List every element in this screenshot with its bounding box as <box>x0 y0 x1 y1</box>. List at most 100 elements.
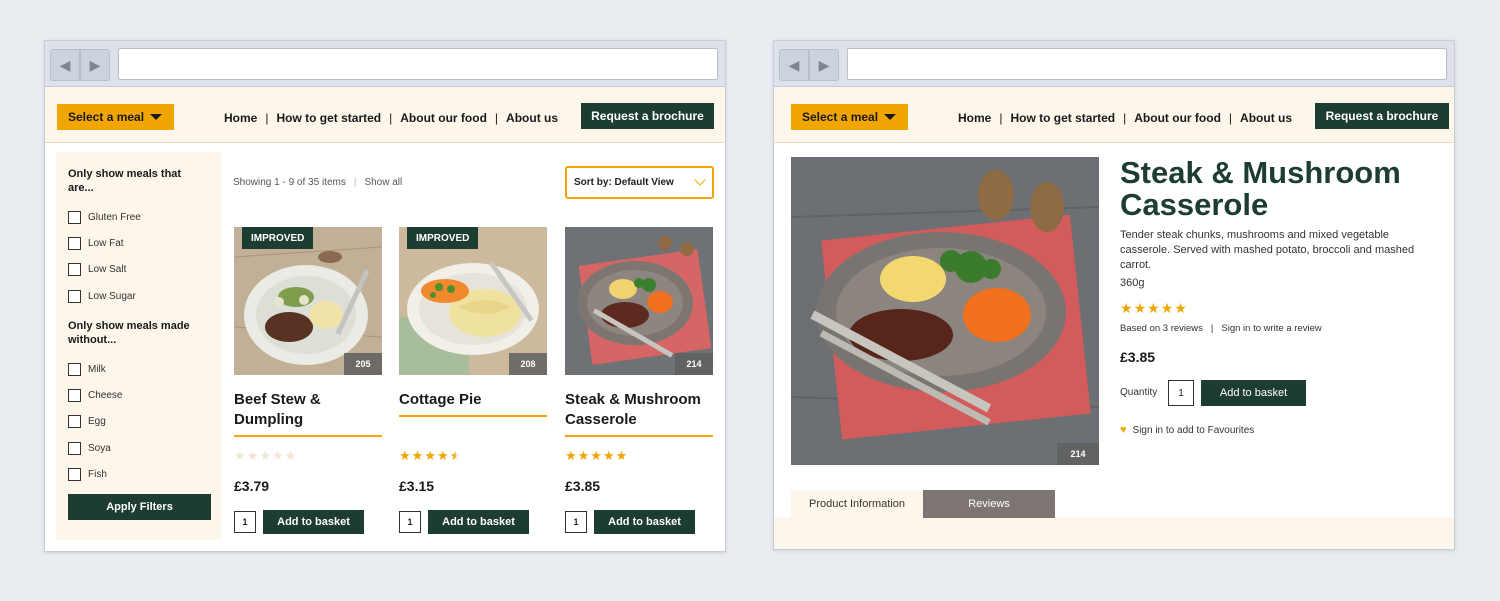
tab-reviews[interactable]: Reviews <box>923 490 1055 518</box>
filter-label: Cheese <box>88 390 123 401</box>
select-meal-dropdown[interactable]: Select a meal <box>791 104 908 130</box>
tab-product-information[interactable]: Product Information <box>791 490 923 518</box>
site-header: Select a meal Home | How to get started … <box>45 87 725 143</box>
product-image[interactable]: IMPROVED 205 <box>234 227 382 375</box>
star-icon: ★ <box>411 448 424 463</box>
quantity-input[interactable]: 1 <box>1168 380 1194 406</box>
add-to-basket-button[interactable]: Add to basket <box>428 510 529 534</box>
forward-button[interactable]: ▶ <box>809 49 839 81</box>
product-name[interactable]: Cottage Pie <box>399 390 547 410</box>
title-underline <box>234 435 382 437</box>
select-meal-label: Select a meal <box>802 110 879 124</box>
filter-option[interactable]: Gluten Free <box>68 211 141 224</box>
checkbox[interactable] <box>68 442 81 455</box>
select-meal-dropdown[interactable]: Select a meal <box>57 104 174 130</box>
write-review-link[interactable]: Sign in to write a review <box>1221 323 1321 334</box>
product-image[interactable]: 214 <box>565 227 713 375</box>
star-icon: ★ <box>449 448 462 463</box>
nav-home[interactable]: Home <box>224 111 257 125</box>
product-hero-image[interactable]: 214 <box>791 157 1099 465</box>
product-code: 214 <box>675 353 713 375</box>
nav-home[interactable]: Home <box>958 111 991 125</box>
chevron-left-icon: ◀ <box>788 56 800 73</box>
star-icon: ★ <box>1174 300 1187 316</box>
checkbox[interactable] <box>68 211 81 224</box>
nav-separator: | <box>999 111 1003 125</box>
separator: | <box>353 177 357 188</box>
caret-down-icon <box>150 114 162 120</box>
filter-option[interactable]: Low Salt <box>68 263 126 276</box>
heart-icon: ♥ <box>1120 424 1127 436</box>
quantity-input[interactable]: 1 <box>565 511 587 533</box>
sort-dropdown[interactable]: Sort by: Default View <box>565 166 714 199</box>
star-icon: ★ <box>615 448 628 463</box>
add-to-basket-button[interactable]: Add to basket <box>1201 380 1306 406</box>
product-image[interactable]: IMPROVED 208 <box>399 227 547 375</box>
star-icon: ★ <box>234 448 246 463</box>
star-icon: ★ <box>399 448 411 463</box>
add-to-basket-button[interactable]: Add to basket <box>263 510 364 534</box>
chevron-left-icon: ◀ <box>59 56 71 73</box>
checkbox[interactable] <box>68 237 81 250</box>
sort-label: Sort by: Default View <box>574 177 674 188</box>
browser-window-detail: ◀ ▶ Select a meal Home | How to get star… <box>773 40 1455 550</box>
product-name[interactable]: Steak & Mushroom Casserole <box>565 390 713 430</box>
checkbox[interactable] <box>68 290 81 303</box>
nav-about-our-food[interactable]: About our food <box>400 111 487 125</box>
product-code: 214 <box>1057 443 1099 465</box>
checkbox[interactable] <box>68 415 81 428</box>
product-code: 208 <box>509 353 547 375</box>
filter-option[interactable]: Soya <box>68 442 111 455</box>
filter-label: Fish <box>88 469 107 480</box>
product-price: £3.85 <box>565 478 601 494</box>
filter-label: Low Sugar <box>88 291 136 302</box>
filter-option[interactable]: Egg <box>68 415 106 428</box>
product-price: £3.79 <box>234 478 270 494</box>
filter-option[interactable]: Low Fat <box>68 237 124 250</box>
product-title: Steak & Mushroom Casserole <box>1120 155 1401 222</box>
quantity-input[interactable]: 1 <box>234 511 256 533</box>
nav-about-us[interactable]: About us <box>506 111 558 125</box>
review-count[interactable]: Based on 3 reviews <box>1120 323 1203 334</box>
filter-option[interactable]: Fish <box>68 468 107 481</box>
main-nav: Home | How to get started | About our fo… <box>958 111 1292 125</box>
request-brochure-button[interactable]: Request a brochure <box>1315 103 1449 129</box>
address-bar[interactable] <box>118 48 718 80</box>
back-button[interactable]: ◀ <box>50 49 80 81</box>
review-info: Based on 3 reviews | Sign in to write a … <box>1120 323 1322 334</box>
nav-about-our-food[interactable]: About our food <box>1134 111 1221 125</box>
apply-filters-button[interactable]: Apply Filters <box>68 494 211 520</box>
checkbox[interactable] <box>68 263 81 276</box>
main-nav: Home | How to get started | About our fo… <box>224 111 558 125</box>
product-name[interactable]: Beef Stew & Dumpling <box>234 390 382 430</box>
checkbox[interactable] <box>68 363 81 376</box>
nav-how-to-get-started[interactable]: How to get started <box>1010 111 1115 125</box>
back-button[interactable]: ◀ <box>779 49 809 81</box>
filter-option[interactable]: Low Sugar <box>68 290 136 303</box>
request-brochure-button[interactable]: Request a brochure <box>581 103 714 129</box>
star-icon: ★ <box>284 448 297 463</box>
nav-separator: | <box>1228 111 1233 125</box>
nav-how-to-get-started[interactable]: How to get started <box>276 111 381 125</box>
filter-option[interactable]: Cheese <box>68 389 122 402</box>
add-to-basket-button[interactable]: Add to basket <box>594 510 695 534</box>
add-to-favourites-link[interactable]: ♥ Sign in to add to Favourites <box>1120 424 1254 436</box>
quantity-input[interactable]: 1 <box>399 511 421 533</box>
star-icon: ★ <box>1133 300 1147 316</box>
filter-option[interactable]: Milk <box>68 363 106 376</box>
star-icon: ★ <box>590 448 602 463</box>
checkbox[interactable] <box>68 468 81 481</box>
nav-separator: | <box>389 111 393 125</box>
address-bar[interactable] <box>847 48 1447 80</box>
nav-about-us[interactable]: About us <box>1240 111 1292 125</box>
star-icon: ★ <box>1147 300 1160 316</box>
star-icon: ★ <box>271 448 284 463</box>
showing-text: Showing 1 - 9 of 35 items <box>233 177 346 188</box>
nav-separator: | <box>265 111 269 125</box>
filter-label: Milk <box>88 364 106 375</box>
forward-button[interactable]: ▶ <box>80 49 110 81</box>
chevron-right-icon: ▶ <box>89 56 101 73</box>
filter-heading-show: Only show meals that are... <box>68 168 182 194</box>
checkbox[interactable] <box>68 389 81 402</box>
show-all-link[interactable]: Show all <box>364 177 402 188</box>
